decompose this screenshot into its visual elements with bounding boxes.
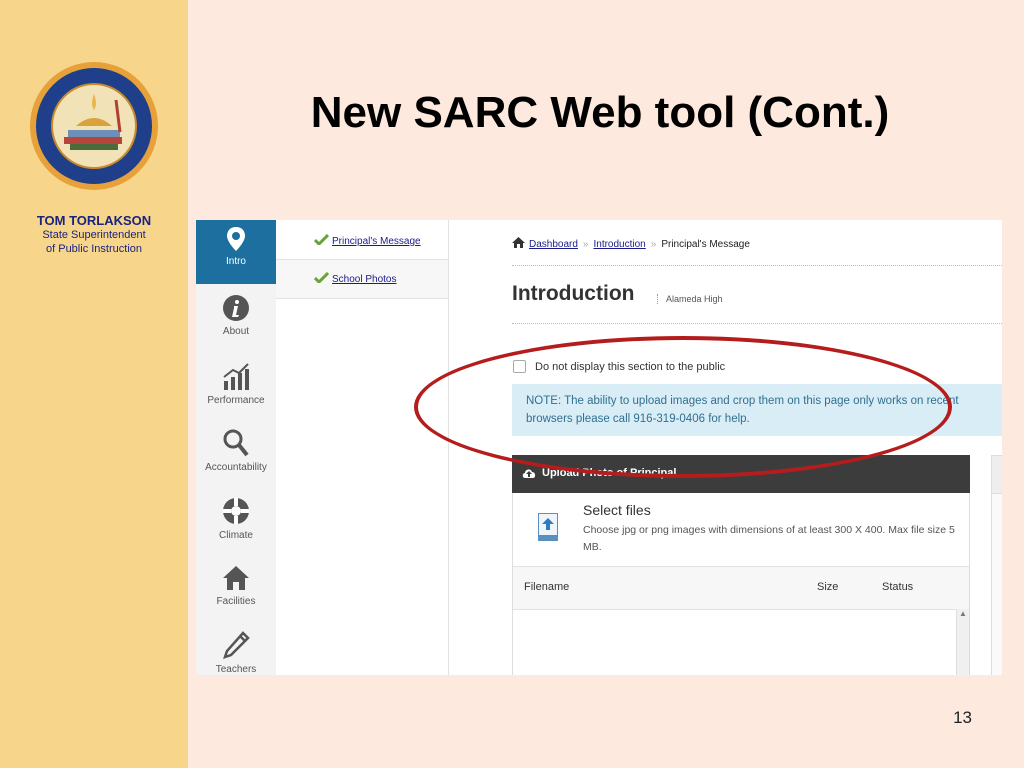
sidebar-item-label: Performance xyxy=(207,395,265,406)
author-role-line1: State Superintendent xyxy=(42,229,146,241)
highlight-ellipse xyxy=(414,336,952,478)
sidebar-item-label: Intro xyxy=(225,256,246,267)
school-name: Alameda High xyxy=(657,294,723,304)
page-heading: Introduction xyxy=(512,282,635,305)
sidebar-item-facilities[interactable]: Facilities xyxy=(196,558,276,622)
subnav-item-label: School Photos xyxy=(332,274,397,285)
section-subnav: Principal's Message School Photos xyxy=(276,220,449,675)
home-icon xyxy=(223,566,249,590)
scroll-up-arrow-icon[interactable]: ▲ xyxy=(959,609,967,618)
subnav-item-principals-message[interactable]: Principal's Message xyxy=(276,222,448,260)
info-icon xyxy=(223,295,249,321)
sidebar-item-label: Facilities xyxy=(216,596,256,607)
column-header-size: Size xyxy=(817,581,839,593)
author-role-line2: of Public Instruction xyxy=(46,243,142,255)
breadcrumb: Dashboard » Introduction » Principal's Messa… xyxy=(512,237,750,250)
map-pin-icon xyxy=(227,227,245,251)
sidebar-item-label: Accountability xyxy=(205,462,267,473)
sidebar-item-about[interactable]: About xyxy=(196,288,276,352)
cloud-upload-icon xyxy=(522,469,536,478)
author-name: TOM TORLAKSON xyxy=(36,213,152,228)
breadcrumb-separator: » xyxy=(650,239,657,250)
breadcrumb-separator: » xyxy=(582,239,589,250)
column-header-status: Status xyxy=(882,581,914,593)
slide-title: New SARC Web tool (Cont.) xyxy=(310,88,890,137)
search-icon xyxy=(223,429,249,457)
sidebar-item-label: About xyxy=(222,326,250,337)
side-panel-edge xyxy=(991,455,1002,675)
breadcrumb-dashboard-link[interactable]: Dashboard xyxy=(529,239,578,250)
sidebar-item-teachers[interactable]: Teachers xyxy=(196,624,276,675)
chart-icon xyxy=(223,363,249,390)
sidebar-item-climate[interactable]: Climate xyxy=(196,490,276,554)
breadcrumb-current: Principal's Message xyxy=(661,239,750,250)
check-icon xyxy=(314,272,329,283)
lifebuoy-icon xyxy=(223,498,249,524)
icon-sidebar: Intro About Performance Accountability C… xyxy=(196,220,277,675)
sidebar-item-label: Teachers xyxy=(215,664,257,675)
page-number: 13 xyxy=(953,708,972,727)
check-icon xyxy=(314,234,329,245)
state-seal-logo xyxy=(30,62,158,190)
home-icon xyxy=(512,237,525,248)
file-table-header: Filename Size Status xyxy=(513,566,969,610)
sidebar-item-label: Climate xyxy=(219,530,253,541)
file-upload-icon[interactable] xyxy=(538,513,558,541)
sidebar-item-performance[interactable]: Performance xyxy=(196,355,276,419)
author-block: TOM TORLAKSON State Superintendent of Pu… xyxy=(0,213,188,256)
sidebar-item-accountability[interactable]: Accountability xyxy=(196,422,276,486)
column-header-filename: Filename xyxy=(524,581,570,593)
divider xyxy=(512,265,1002,266)
scrollbar[interactable]: ▲ xyxy=(956,609,969,675)
subnav-item-school-photos[interactable]: School Photos xyxy=(276,259,448,299)
sidebar-item-intro[interactable]: Intro xyxy=(196,220,276,284)
side-panel-header xyxy=(992,456,1002,494)
upload-panel: Select files Choose jpg or png images wi… xyxy=(512,493,970,675)
subnav-item-label: Principal's Message xyxy=(332,236,421,247)
breadcrumb-introduction-link[interactable]: Introduction xyxy=(593,239,645,250)
pencil-icon xyxy=(223,631,250,659)
divider xyxy=(512,323,1002,324)
select-files-hint: Choose jpg or png images with dimensions… xyxy=(583,524,955,553)
select-files-button[interactable]: Select files xyxy=(583,502,651,518)
